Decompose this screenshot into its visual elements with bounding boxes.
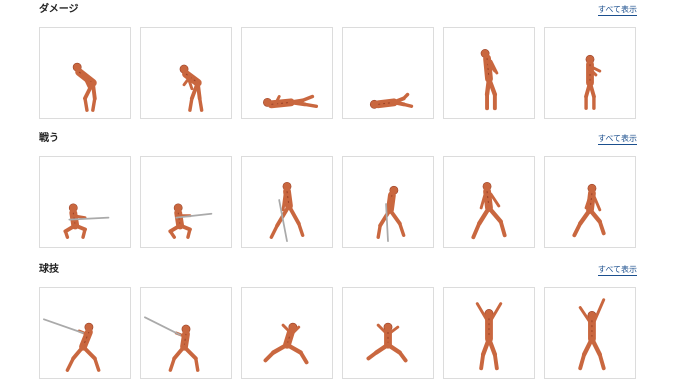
figure-doubled-over-clutching-stomach <box>72 62 97 112</box>
pose-thumbnail[interactable] <box>443 27 535 119</box>
figure-bent-forward-hurt <box>179 64 204 112</box>
figure-lunging-catch-2 <box>366 322 408 363</box>
figure-lying-collapsed <box>263 94 319 109</box>
pose-thumbnail[interactable] <box>140 27 232 119</box>
figure-lying-collapsed-small <box>369 92 414 109</box>
see-all-link[interactable]: すべて表示 <box>597 5 637 16</box>
figure-standing-clutching-chest <box>584 54 602 110</box>
pose-thumbnail[interactable] <box>342 287 434 379</box>
figure-wide-stance-fists <box>471 181 507 240</box>
figure-standing-clutching-side <box>480 49 499 111</box>
figure-standing-leaning-on-staff-2 <box>376 185 406 243</box>
figure-standing-leaning-on-staff <box>269 181 305 243</box>
see-all-link[interactable]: すべて表示 <box>597 265 637 276</box>
figure-arms-raised-jump-2 <box>578 298 606 371</box>
pose-thumbnail[interactable] <box>241 27 333 119</box>
pose-thumbnail[interactable] <box>39 27 131 119</box>
pose-thumbnail[interactable] <box>241 156 333 248</box>
pose-thumbnail[interactable] <box>544 27 636 119</box>
see-all-link[interactable]: すべて表示 <box>597 134 637 145</box>
section-title: ダメージ <box>39 4 79 15</box>
pose-thumbnail[interactable] <box>39 287 131 379</box>
figure-lunging-catch <box>263 322 309 365</box>
pose-thumbnail[interactable] <box>241 287 333 379</box>
pose-thumbnail[interactable] <box>342 27 434 119</box>
section-title: 球技 <box>39 264 59 275</box>
figure-wide-stance-fists-2 <box>572 183 606 238</box>
pose-thumbnail[interactable] <box>544 287 636 379</box>
pose-thumbnail[interactable] <box>39 156 131 248</box>
figure-kneeling-with-spear <box>63 203 110 239</box>
figure-arms-raised-jump <box>475 302 503 371</box>
pose-thumbnail[interactable] <box>140 156 232 248</box>
figure-swinging-bat <box>43 318 101 372</box>
pose-thumbnail[interactable] <box>544 156 636 248</box>
pose-thumbnail[interactable] <box>342 156 434 248</box>
figure-crouching-with-spear <box>168 203 213 239</box>
section-title: 戦う <box>39 133 59 144</box>
figure-swinging-bat-2 <box>144 316 200 372</box>
pose-thumbnail[interactable] <box>140 287 232 379</box>
pose-thumbnail[interactable] <box>443 287 535 379</box>
pose-thumbnail[interactable] <box>443 156 535 248</box>
